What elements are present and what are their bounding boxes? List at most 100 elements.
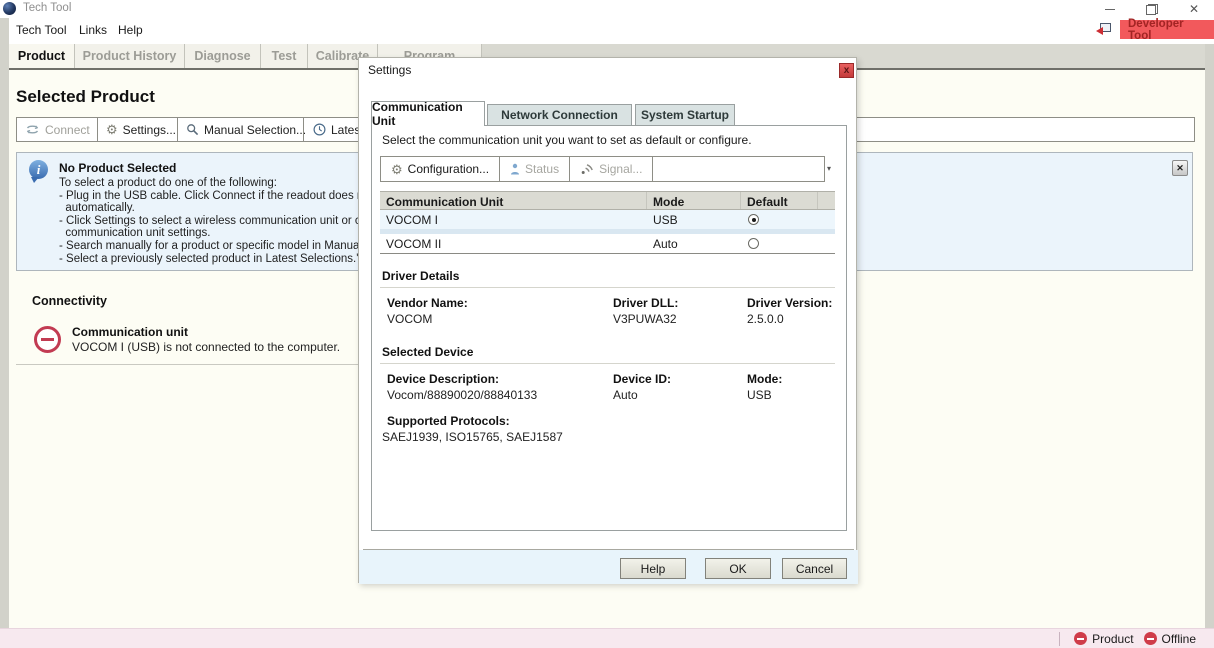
connect-icon	[25, 124, 40, 135]
dialog-close-button[interactable]: x	[839, 63, 854, 78]
signal-button[interactable]: Signal...	[570, 157, 652, 181]
gear-icon: ⚙	[391, 163, 403, 176]
driver-dll-label: Driver DLL:	[613, 296, 678, 310]
communication-unit-status: VOCOM I (USB) is not connected to the co…	[72, 340, 340, 354]
tab-product[interactable]: Product	[9, 44, 75, 68]
toolbar-separator	[652, 157, 653, 181]
menu-links[interactable]: Links	[79, 23, 107, 37]
unit-name: VOCOM II	[386, 237, 441, 251]
table-bottom-border	[380, 253, 835, 254]
vendor-name-label: Vendor Name:	[387, 296, 468, 310]
dialog-tab-communication-unit[interactable]: Communication Unit	[371, 101, 485, 126]
offline-status-label: Offline	[1162, 632, 1196, 646]
menu-help[interactable]: Help	[118, 23, 143, 37]
magnifier-icon	[186, 123, 199, 136]
toolbar-overflow-icon[interactable]: ▾	[827, 164, 831, 173]
device-id-label: Device ID:	[613, 372, 671, 386]
supported-protocols-label: Supported Protocols:	[387, 414, 510, 428]
unit-mode: USB	[653, 213, 678, 227]
title-bar: Tech Tool ✕	[0, 0, 1214, 18]
dialog-footer: Help OK Cancel	[359, 550, 858, 584]
info-line: - Click Settings to select a wireless co…	[59, 215, 382, 228]
info-box-close-button[interactable]: ✕	[1172, 160, 1188, 176]
driver-version-label: Driver Version:	[747, 296, 832, 310]
info-line: - Select a previously selected product i…	[59, 253, 382, 266]
offline-status: Offline	[1144, 632, 1196, 646]
settings-dialog: Settings x Communication Unit Network Co…	[358, 57, 857, 583]
connectivity-heading: Connectivity	[32, 294, 107, 308]
dialog-tab-system-startup[interactable]: System Startup	[635, 104, 735, 126]
dialog-title: Settings	[368, 63, 411, 77]
driver-details-heading: Driver Details	[382, 269, 459, 283]
help-button[interactable]: Help	[620, 558, 686, 579]
table-row-vocom-1[interactable]: VOCOM I USB	[380, 210, 835, 229]
app-window: Tech Tool ✕ Tech Tool Links Help Develop…	[0, 0, 1214, 648]
disconnected-icon	[34, 326, 61, 353]
restore-icon	[1146, 4, 1158, 15]
info-line: - Plug in the USB cable. Click Connect i…	[59, 190, 382, 203]
gear-icon: ⚙	[106, 123, 118, 136]
settings-label: Settings...	[123, 123, 176, 137]
right-window-edge	[1205, 44, 1214, 628]
info-icon: i	[29, 160, 48, 179]
table-row-vocom-2[interactable]: VOCOM II Auto	[380, 234, 835, 253]
default-radio-vocom-2[interactable]	[748, 238, 759, 249]
restore-button[interactable]	[1142, 0, 1162, 18]
info-line: To select a product do one of the follow…	[59, 177, 382, 190]
configuration-label: Configuration...	[408, 162, 489, 176]
developer-tool-badge: Developer Tool	[1120, 20, 1214, 39]
connect-button[interactable]: Connect	[25, 118, 90, 141]
communication-unit-table: Communication Unit Mode Default VOCOM I …	[380, 191, 835, 254]
ok-button[interactable]: OK	[705, 558, 771, 579]
tab-diagnose[interactable]: Diagnose	[185, 44, 261, 68]
close-icon: ✕	[1189, 3, 1199, 15]
unit-mode: Auto	[653, 237, 678, 251]
device-description-value: Vocom/88890020/88840133	[387, 388, 537, 402]
settings-button[interactable]: ⚙ Settings...	[106, 118, 176, 141]
latest-selections-button[interactable]: Latest	[313, 118, 364, 141]
status-bar: Product Offline	[0, 628, 1214, 648]
toolbar-separator	[177, 118, 178, 141]
column-communication-unit: Communication Unit	[386, 195, 503, 209]
status-button[interactable]: Status	[500, 157, 569, 181]
minimize-button[interactable]	[1100, 0, 1120, 18]
driver-version-value: 2.5.0.0	[747, 312, 784, 326]
left-window-edge	[0, 18, 9, 628]
connect-label: Connect	[45, 123, 90, 137]
table-header: Communication Unit Mode Default	[380, 191, 835, 210]
info-line: - Search manually for a product or speci…	[59, 240, 382, 253]
close-button[interactable]: ✕	[1184, 0, 1204, 18]
manual-selection-button[interactable]: Manual Selection...	[186, 118, 306, 141]
configuration-button[interactable]: ⚙ Configuration...	[381, 157, 499, 181]
supported-protocols-value: SAEJ1939, ISO15765, SAEJ1587	[382, 430, 563, 444]
unit-name: VOCOM I	[386, 213, 438, 227]
divider	[16, 364, 366, 365]
divider	[380, 363, 835, 364]
info-box-body: To select a product do one of the follow…	[59, 177, 382, 265]
offline-icon	[1144, 632, 1157, 645]
device-id-value: Auto	[613, 388, 638, 402]
tab-test[interactable]: Test	[261, 44, 308, 68]
dialog-tab-panel	[371, 125, 847, 531]
menu-tech-tool[interactable]: Tech Tool	[16, 23, 66, 37]
column-separator	[740, 192, 741, 209]
dialog-tab-network-connection[interactable]: Network Connection	[487, 104, 632, 126]
divider	[380, 287, 835, 288]
product-status: Product	[1074, 632, 1133, 646]
selected-device-heading: Selected Device	[382, 345, 473, 359]
default-radio-vocom-1[interactable]	[748, 214, 759, 225]
cancel-button[interactable]: Cancel	[782, 558, 847, 579]
info-box-title: No Product Selected	[59, 161, 176, 175]
column-default: Default	[747, 195, 788, 209]
column-mode: Mode	[653, 195, 684, 209]
toolbar-separator	[303, 118, 304, 141]
minimize-icon	[1105, 9, 1115, 10]
page-title: Selected Product	[16, 87, 155, 107]
signal-icon	[580, 163, 594, 175]
tab-product-history[interactable]: Product History	[75, 44, 185, 68]
column-separator	[817, 192, 818, 209]
product-disconnected-icon	[1074, 632, 1087, 645]
clock-icon	[313, 123, 326, 136]
vendor-name-value: VOCOM	[387, 312, 432, 326]
device-mode-value: USB	[747, 388, 772, 402]
